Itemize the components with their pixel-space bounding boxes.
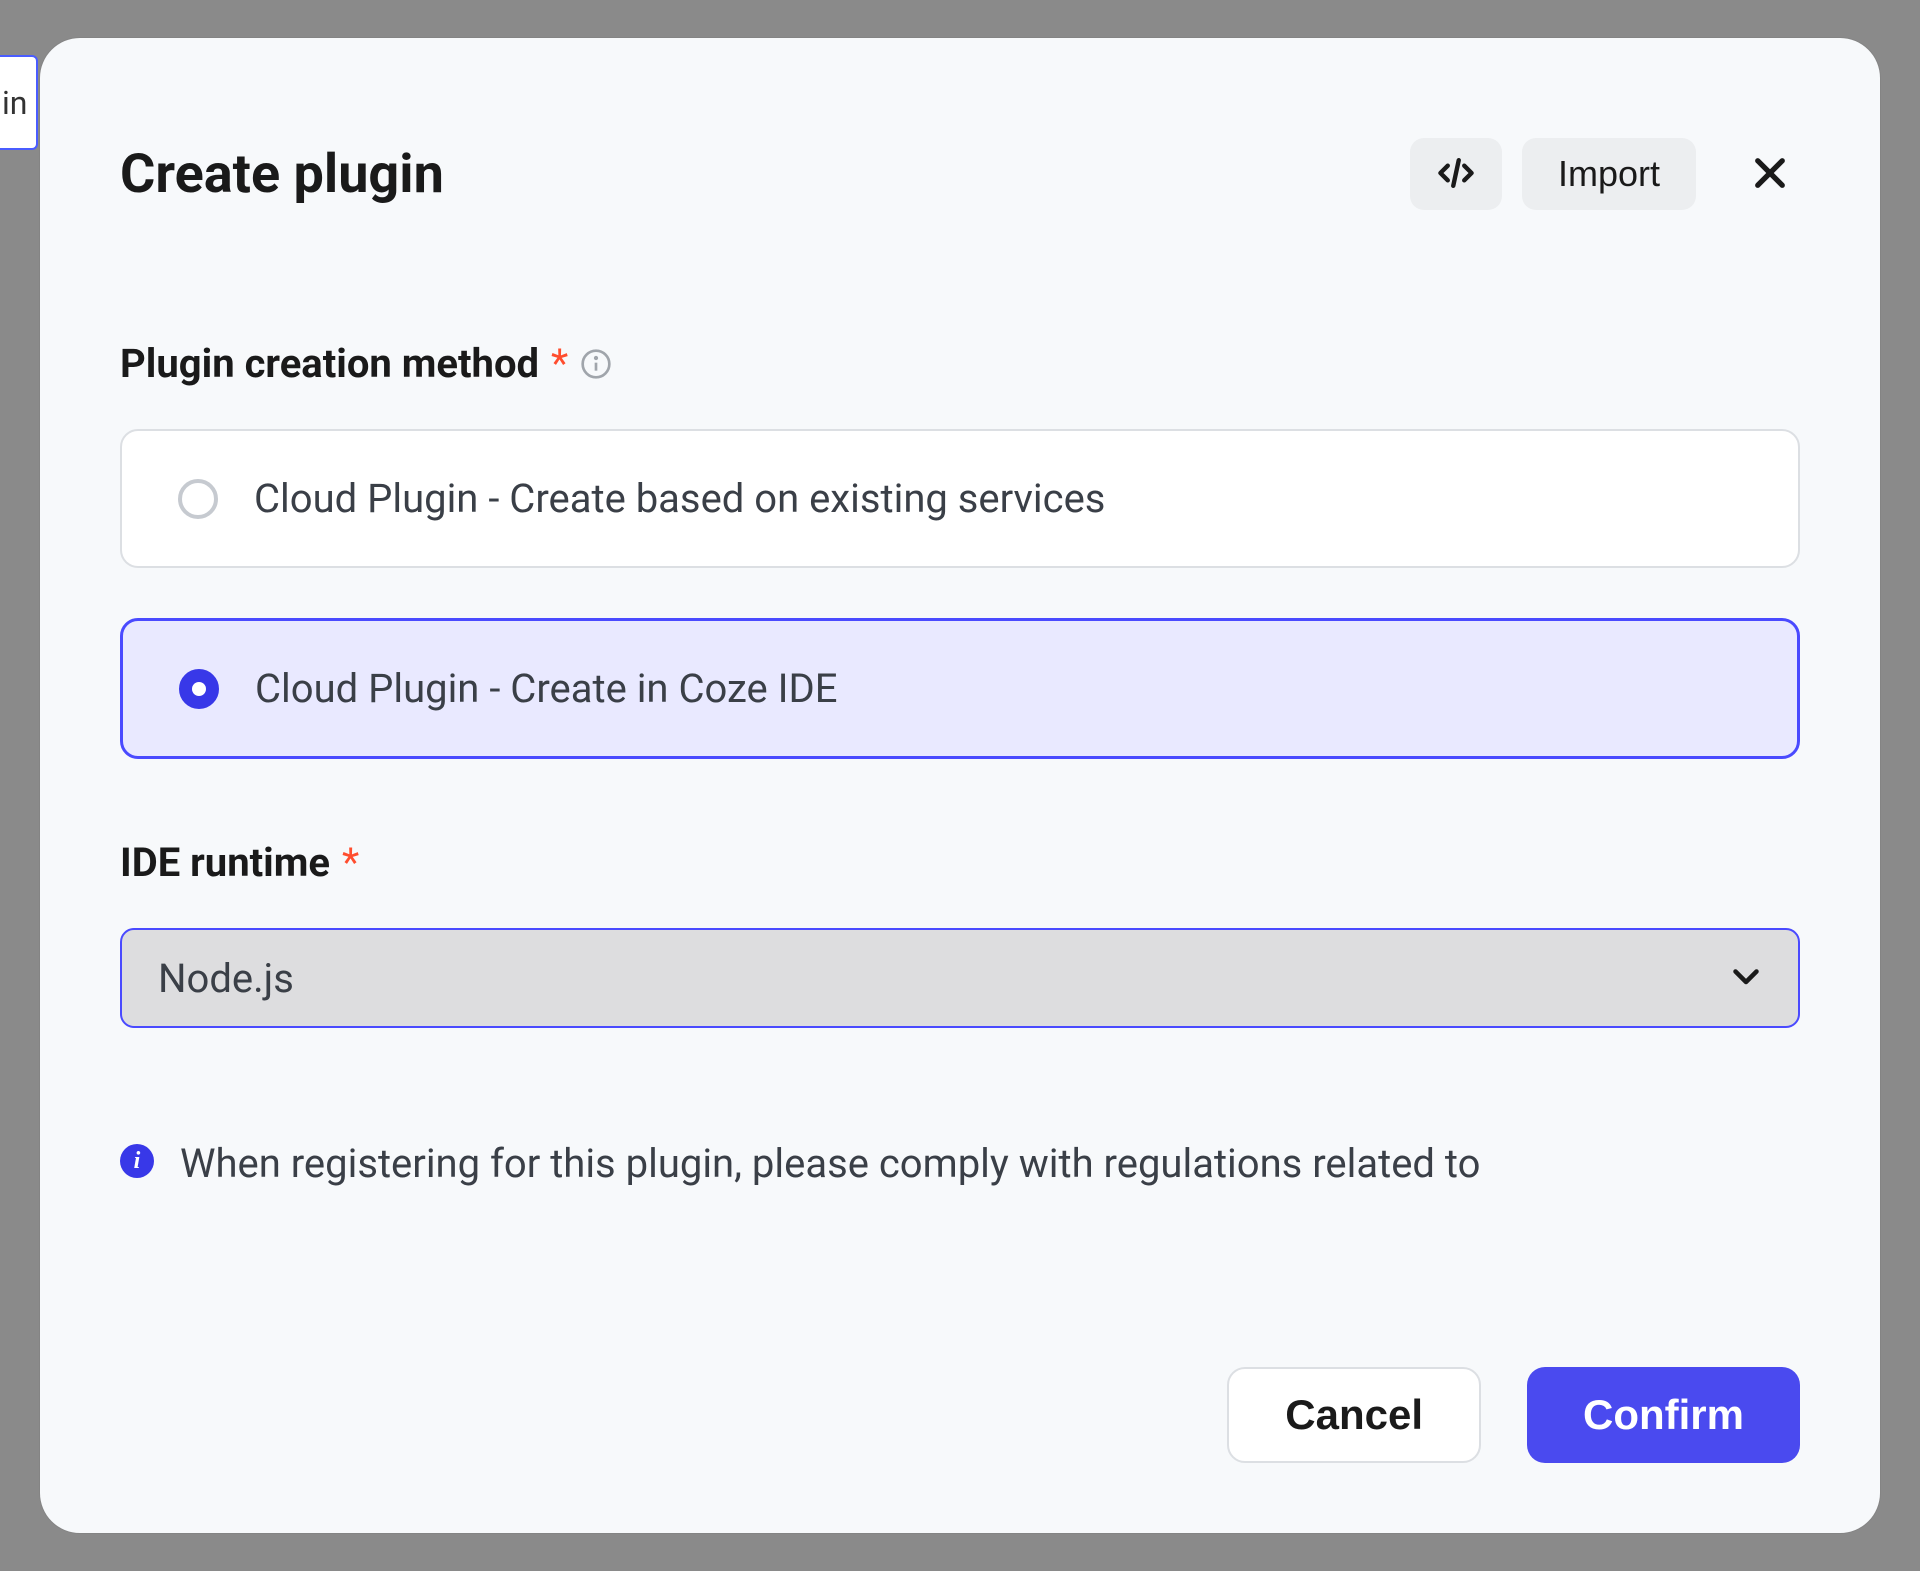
creation-method-radio-group: Cloud Plugin - Create based on existing … xyxy=(120,429,1800,759)
compliance-notice: When registering for this plugin, please… xyxy=(120,1136,1800,1192)
radio-option-coze-ide[interactable]: Cloud Plugin - Create in Coze IDE xyxy=(120,618,1800,759)
ide-runtime-section: IDE runtime * Node.js xyxy=(120,839,1800,1028)
required-asterisk: * xyxy=(551,340,568,387)
create-plugin-modal: Create plugin Import xyxy=(40,38,1880,1533)
creation-method-label-text: Plugin creation method xyxy=(120,340,539,387)
code-icon xyxy=(1434,151,1478,198)
creation-method-section: Plugin creation method * Cloud Plugin - … xyxy=(120,340,1800,759)
confirm-button[interactable]: Confirm xyxy=(1527,1367,1800,1463)
close-icon xyxy=(1749,152,1791,197)
ide-runtime-label: IDE runtime * xyxy=(120,839,1800,886)
notice-text: When registering for this plugin, please… xyxy=(180,1136,1480,1192)
ide-runtime-select-wrapper: Node.js xyxy=(120,928,1800,1028)
cancel-button-label: Cancel xyxy=(1285,1391,1423,1438)
backdrop-text: in xyxy=(2,84,27,122)
import-button-label: Import xyxy=(1558,153,1660,194)
ide-runtime-select[interactable]: Node.js xyxy=(120,928,1800,1028)
modal-header: Create plugin Import xyxy=(120,138,1800,210)
radio-label: Cloud Plugin - Create based on existing … xyxy=(254,475,1105,522)
backdrop-fragment: in xyxy=(0,55,38,150)
cancel-button[interactable]: Cancel xyxy=(1227,1367,1481,1463)
radio-circle-icon xyxy=(178,479,218,519)
info-icon[interactable] xyxy=(580,348,612,380)
required-asterisk: * xyxy=(342,839,359,886)
close-button[interactable] xyxy=(1740,144,1800,204)
modal-title: Create plugin xyxy=(120,143,444,206)
import-button[interactable]: Import xyxy=(1522,138,1696,210)
code-button[interactable] xyxy=(1410,138,1502,210)
creation-method-label: Plugin creation method * xyxy=(120,340,1800,387)
ide-runtime-label-text: IDE runtime xyxy=(120,839,330,886)
header-actions: Import xyxy=(1410,138,1800,210)
modal-footer: Cancel Confirm xyxy=(120,1367,1800,1463)
radio-option-existing-services[interactable]: Cloud Plugin - Create based on existing … xyxy=(120,429,1800,568)
radio-label: Cloud Plugin - Create in Coze IDE xyxy=(255,665,838,712)
confirm-button-label: Confirm xyxy=(1583,1391,1744,1438)
ide-runtime-value: Node.js xyxy=(158,955,294,1002)
info-filled-icon xyxy=(120,1144,154,1178)
radio-circle-icon xyxy=(179,669,219,709)
